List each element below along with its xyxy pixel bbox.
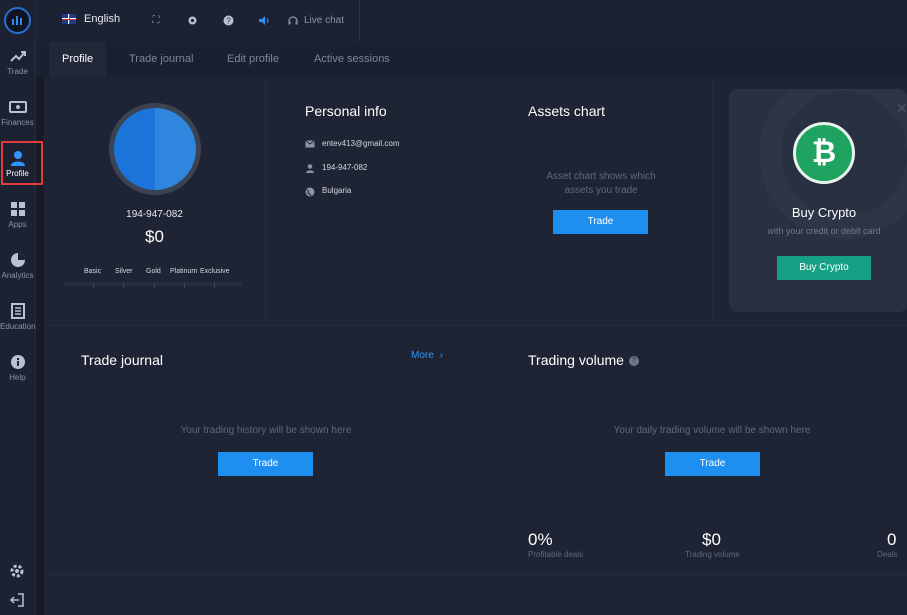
more-label: More	[411, 350, 434, 361]
divider	[44, 325, 907, 326]
divider	[359, 0, 360, 42]
level-platinum: Platinum	[170, 268, 198, 275]
globe-icon	[305, 187, 315, 196]
divider	[265, 77, 266, 325]
personal-info-title: Personal info	[305, 103, 387, 119]
close-icon[interactable]: ✕	[896, 100, 907, 117]
sidebar-item-label: Apps	[8, 220, 27, 229]
sidebar-item-label: Analytics	[1, 271, 34, 280]
level-tick	[184, 282, 185, 288]
trade-journal-title: Trade journal	[81, 352, 163, 368]
fullscreen-icon[interactable]: ⛶	[150, 15, 162, 27]
email-row: entev413@gmail.com	[305, 139, 400, 148]
tab-trade-journal[interactable]: Trade journal	[116, 42, 206, 77]
help-icon[interactable]: ?	[222, 15, 234, 27]
book-icon	[9, 303, 27, 319]
tab-profile[interactable]: Profile	[49, 42, 107, 77]
country-row: Bulgaria	[305, 186, 352, 196]
deals-label: Deals	[877, 550, 898, 559]
pie-chart-icon	[9, 252, 27, 268]
sidebar-item-label: Help	[9, 373, 26, 382]
id-value: 194-947-082	[322, 163, 368, 172]
tab-edit-profile[interactable]: Edit profile	[214, 42, 292, 77]
balance: $0	[145, 227, 164, 246]
sidebar-item-profile[interactable]: Profile	[0, 141, 43, 188]
top-bar: English ⛶ ? Live chat	[36, 0, 907, 42]
sidebar-item-label: Finances	[1, 118, 34, 127]
level-basic: Basic	[84, 268, 102, 275]
headset-icon	[288, 15, 298, 24]
logout-icon[interactable]	[9, 592, 25, 613]
tab-bar: Profile Trade journal Edit profile Activ…	[36, 42, 907, 77]
settings-gear-icon[interactable]	[186, 15, 198, 27]
id-row: 194-947-082	[305, 163, 368, 173]
sidebar-item-help[interactable]: Help	[0, 348, 35, 392]
buy-crypto-title: Buy Crypto	[791, 205, 857, 220]
info-icon	[9, 354, 27, 370]
trading-volume-value: $0	[702, 530, 721, 549]
sidebar-item-analytics[interactable]: Analytics	[0, 246, 35, 290]
country-value: Bulgaria	[322, 186, 352, 195]
trading-volume-empty: Your daily trading volume will be shown …	[613, 425, 811, 436]
more-link[interactable]: More ›	[411, 350, 443, 361]
left-sidebar: Trade Finances Profile Apps Analytics Ed…	[0, 0, 43, 615]
assets-chart-description: Asset chart shows which assets you trade	[546, 171, 656, 196]
sidebar-item-education[interactable]: Education	[0, 297, 36, 341]
level-tick	[214, 282, 215, 288]
language-label: English	[84, 13, 121, 25]
journal-trade-button[interactable]: Trade	[218, 452, 313, 476]
uk-flag-icon	[62, 14, 76, 24]
user-id: 194-947-082	[126, 209, 183, 220]
chevron-right-icon: ›	[439, 350, 443, 361]
level-tick	[93, 282, 94, 288]
level-silver: Silver	[115, 268, 133, 275]
sidebar-item-label: Education	[0, 322, 36, 331]
sidebar-item-finances[interactable]: Finances	[0, 93, 35, 137]
level-tick	[123, 282, 124, 288]
logo-icon[interactable]	[4, 7, 31, 34]
trading-volume-title: Trading volume?	[528, 352, 639, 368]
user-icon	[305, 163, 315, 173]
trading-volume-stat-label: Trading volume	[685, 550, 740, 559]
profitable-deals-value: 0%	[528, 530, 553, 549]
sound-icon[interactable]	[258, 15, 270, 27]
assets-chart-title: Assets chart	[528, 103, 606, 119]
divider	[44, 574, 907, 575]
buy-crypto-subtitle: with your credit or debit card	[767, 226, 881, 236]
tab-active-sessions[interactable]: Active sessions	[301, 42, 403, 77]
volume-trade-button[interactable]: Trade	[665, 452, 760, 476]
sidebar-item-trade[interactable]: Trade	[0, 42, 35, 86]
trade-journal-empty: Your trading history will be shown here	[180, 425, 352, 436]
level-exclusive: Exclusive	[200, 268, 230, 275]
question-icon[interactable]: ?	[628, 356, 639, 367]
buy-crypto-button[interactable]: Buy Crypto	[777, 256, 871, 280]
profitable-deals-label: Profitable deals	[528, 550, 584, 559]
sidebar-item-label: Trade	[7, 67, 28, 76]
level-tick	[154, 282, 155, 288]
live-chat-label: Live chat	[304, 15, 345, 26]
wallet-icon	[8, 99, 27, 115]
avatar-image	[114, 108, 196, 190]
grid-icon	[9, 201, 27, 217]
avatar[interactable]	[109, 103, 201, 195]
sidebar-item-apps[interactable]: Apps	[0, 195, 35, 239]
email-value: entev413@gmail.com	[322, 139, 400, 148]
live-chat-button[interactable]: Live chat	[288, 15, 344, 26]
trading-volume-label: Trading volume	[528, 352, 624, 368]
level-gold: Gold	[146, 268, 161, 275]
trend-up-icon	[9, 48, 27, 64]
language-selector[interactable]: English	[62, 13, 120, 25]
settings-icon[interactable]	[9, 563, 25, 584]
svg-text:?: ?	[226, 16, 231, 25]
bitcoin-icon: ₿	[793, 122, 855, 184]
deals-value: 0	[887, 530, 897, 549]
envelope-icon	[305, 139, 315, 148]
level-progress-bar	[64, 282, 242, 286]
divider	[712, 77, 713, 325]
user-icon	[9, 150, 27, 166]
assets-trade-button[interactable]: Trade	[553, 210, 648, 234]
